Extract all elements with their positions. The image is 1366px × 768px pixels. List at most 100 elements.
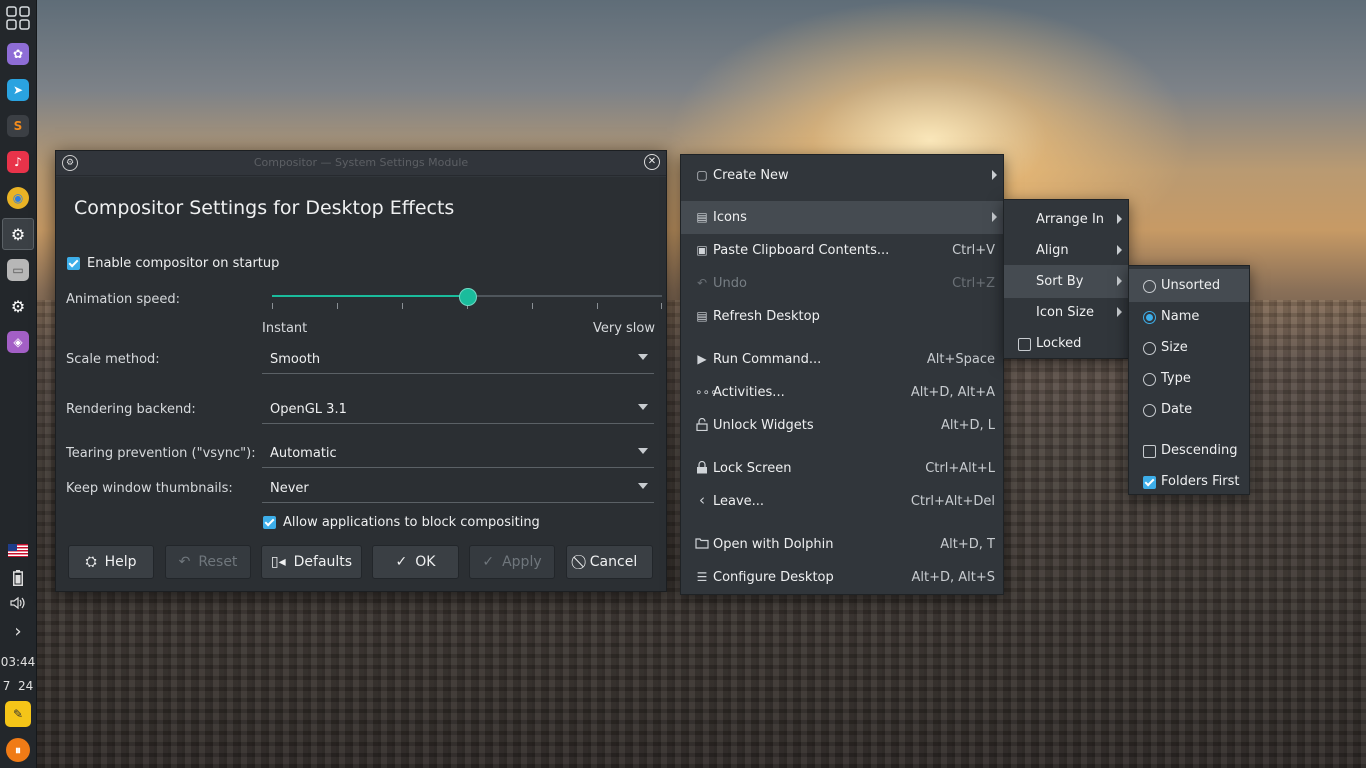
menu-item-run-command[interactable]: ▶ Run Command... Alt+Space	[681, 343, 1003, 376]
menu-item-lock-screen[interactable]: Lock Screen Ctrl+Alt+L	[681, 452, 1003, 485]
tearing-prevention-select[interactable]: Automatic	[262, 441, 654, 468]
system-settings-icon[interactable]: ⚙	[2, 218, 34, 250]
menu-item-label: Run Command...	[713, 352, 822, 367]
menu-item-arrange-in[interactable]: Arrange In	[1004, 203, 1128, 236]
menu-item-folders-first[interactable]: Folders First	[1129, 465, 1249, 498]
radio-name[interactable]	[1143, 311, 1156, 324]
menu-item-label: Activities...	[713, 385, 785, 400]
slider-handle[interactable]	[459, 288, 477, 306]
menu-item-icons[interactable]: ▤ Icons	[681, 201, 1003, 234]
menu-item-type[interactable]: Type	[1129, 362, 1249, 395]
keep-thumbnails-row: Keep window thumbnails: Never	[66, 476, 654, 503]
submenu-arrow-icon	[1117, 214, 1122, 224]
menu-item-locked[interactable]: Locked	[1004, 327, 1128, 360]
scale-method-row: Scale method: Smooth	[66, 347, 654, 374]
radio-unsorted[interactable]	[1143, 280, 1156, 293]
help-label: Help	[104, 554, 137, 570]
radio-size[interactable]	[1143, 342, 1156, 355]
folders-first-checkbox[interactable]	[1143, 476, 1156, 489]
scale-method-label: Scale method:	[66, 352, 160, 367]
menu-item-date[interactable]: Date	[1129, 393, 1249, 426]
menu-item-open-dolphin[interactable]: Open with Dolphin Alt+D, T	[681, 528, 1003, 561]
notes-icon[interactable]: ✎	[2, 698, 34, 730]
slider-tick	[661, 303, 662, 309]
battery-icon[interactable]	[0, 570, 36, 589]
animation-speed-row: Animation speed:	[66, 287, 654, 313]
music-icon[interactable]: ♪	[2, 146, 34, 178]
telegram-icon[interactable]: ➤	[2, 74, 34, 106]
enable-compositor-row[interactable]: Enable compositor on startup	[66, 251, 654, 277]
clock-date[interactable]: 7 24	[0, 679, 36, 693]
animation-speed-slider[interactable]	[272, 288, 662, 309]
submenu-arrow-icon	[1117, 245, 1122, 255]
app-grid-icon[interactable]	[2, 2, 34, 34]
pause-icon[interactable]: ⏸	[2, 734, 34, 766]
keyboard-layout-flag-icon[interactable]	[0, 544, 36, 560]
file-manager-icon[interactable]: ▭	[2, 254, 34, 286]
scale-method-select[interactable]: Smooth	[262, 347, 654, 374]
expand-tray-icon[interactable]: ›	[0, 621, 36, 642]
purple-app-icon[interactable]: ✿	[2, 38, 34, 70]
keep-thumbnails-select[interactable]: Never	[262, 476, 654, 503]
menu-item-label: Leave...	[713, 494, 765, 509]
volume-icon[interactable]	[0, 596, 36, 613]
menu-item-label: Type	[1161, 371, 1191, 386]
radio-date[interactable]	[1143, 404, 1156, 417]
menu-item-undo[interactable]: ↶ Undo Ctrl+Z	[681, 267, 1003, 300]
defaults-button[interactable]: ▯◂ Defaults	[261, 545, 362, 579]
menu-item-label: Unsorted	[1161, 278, 1221, 293]
menu-item-descending[interactable]: Descending	[1129, 434, 1249, 467]
menu-item-shortcut: Alt+Space	[926, 352, 995, 367]
media-app-icon[interactable]: ◈	[2, 326, 34, 358]
menu-item-activities[interactable]: ∘∘∘ Activities... Alt+D, Alt+A	[681, 376, 1003, 409]
undo-icon: ↶	[178, 554, 191, 570]
help-button[interactable]: ⛭ Help	[68, 545, 154, 579]
lock-icon	[695, 460, 709, 477]
unlock-icon	[695, 417, 709, 434]
menu-item-create-new[interactable]: ▢ Create New	[681, 159, 1003, 192]
menu-item-sort-by[interactable]: Sort By	[1004, 265, 1128, 298]
close-icon[interactable]: ✕	[644, 154, 660, 170]
locked-checkbox[interactable]	[1018, 338, 1031, 351]
menu-item-label: Paste Clipboard Contents...	[713, 243, 890, 258]
dialog-body: Compositor Settings for Desktop Effects …	[56, 177, 666, 591]
menu-item-label: Icons	[713, 210, 747, 225]
settings-icon[interactable]: ⚙	[2, 290, 34, 322]
menu-item-name[interactable]: Name	[1129, 300, 1249, 333]
window-titlebar[interactable]: ⚙ Compositor — System Settings Module ✕	[56, 151, 666, 176]
menu-item-configure-desktop[interactable]: ☰ Configure Desktop Alt+D, Alt+S	[681, 561, 1003, 594]
cancel-label: Cancel	[589, 554, 638, 570]
menu-item-leave[interactable]: ‹ Leave... Ctrl+Alt+Del	[681, 485, 1003, 518]
allow-block-row[interactable]: Allow applications to block compositing	[66, 511, 654, 537]
ok-button[interactable]: ✓ OK	[372, 545, 459, 579]
menu-item-unlock-widgets[interactable]: Unlock Widgets Alt+D, L	[681, 409, 1003, 442]
clock-time[interactable]: 03:44	[0, 655, 36, 669]
menu-item-align[interactable]: Align	[1004, 234, 1128, 267]
menu-item-size[interactable]: Size	[1129, 331, 1249, 364]
menu-item-shortcut: Ctrl+V	[952, 243, 995, 258]
menu-item-unsorted[interactable]: Unsorted	[1129, 269, 1249, 302]
tearing-prevention-row: Tearing prevention ("vsync"): Automatic	[66, 441, 654, 468]
chevron-down-icon	[638, 483, 648, 489]
sublime-icon[interactable]: S	[2, 110, 34, 142]
submenu-arrow-icon	[1117, 307, 1122, 317]
menu-item-label: Date	[1161, 402, 1193, 417]
icons-view-icon: ▤	[696, 210, 708, 224]
allow-block-checkbox[interactable]	[263, 516, 276, 529]
enable-compositor-checkbox[interactable]	[67, 257, 80, 270]
menu-item-paste[interactable]: ▣ Paste Clipboard Contents... Ctrl+V	[681, 234, 1003, 267]
reset-button[interactable]: ↶ Reset	[165, 545, 251, 579]
apply-button[interactable]: ✓ Apply	[469, 545, 555, 579]
chrome-icon[interactable]: ◉	[2, 182, 34, 214]
menu-item-refresh[interactable]: ▤ Refresh Desktop	[681, 300, 1003, 333]
left-panel: ✿ ➤ S ♪ ◉ ⚙ ▭ ⚙ ◈ › 03:44 7 24 ✎ ⏸	[0, 0, 37, 768]
cancel-button[interactable]: ⃠ Cancel	[566, 545, 653, 579]
menu-item-label: Icon Size	[1036, 305, 1094, 320]
allow-block-label: Allow applications to block compositing	[283, 515, 540, 530]
menu-item-icon-size[interactable]: Icon Size	[1004, 296, 1128, 329]
sort-by-submenu: Unsorted Name Size Type Date Descending …	[1128, 265, 1250, 495]
rendering-backend-select[interactable]: OpenGL 3.1	[262, 397, 654, 424]
radio-type[interactable]	[1143, 373, 1156, 386]
menu-item-label: Locked	[1036, 336, 1082, 351]
descending-checkbox[interactable]	[1143, 445, 1156, 458]
